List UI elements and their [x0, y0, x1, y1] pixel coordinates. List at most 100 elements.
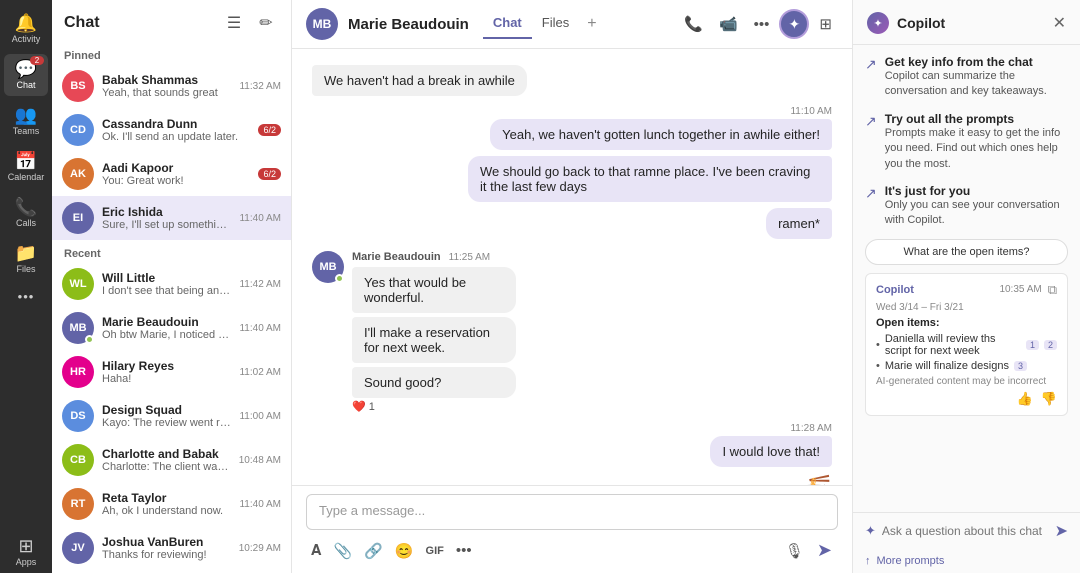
message-with-avatar: MB Marie Beaudouin 11:25 AM Yes that wou… [312, 251, 832, 413]
chat-info: Will Little I don't see that being an is… [102, 271, 231, 297]
message-reaction: ❤️ 1 [352, 400, 587, 413]
grid-view-button[interactable]: ⊞ [813, 9, 838, 39]
online-indicator [85, 335, 94, 344]
thumbs-down-button[interactable]: 👎 [1041, 391, 1057, 407]
private-icon: ↗ [865, 185, 877, 202]
chat-badge: 2 [30, 56, 44, 65]
copy-button[interactable]: ⧉ [1048, 282, 1057, 298]
message-bubble: We should go back to that ramne place. I… [468, 156, 832, 202]
list-item[interactable]: EI Eric Ishida Sure, I'll set up somethi… [52, 196, 291, 240]
list-item[interactable]: CD Cassandra Dunn Ok. I'll send an updat… [52, 108, 291, 152]
filter-button[interactable]: ☰ [221, 10, 247, 36]
option-content: Try out all the prompts Prompts make it … [885, 112, 1068, 172]
message-row: We should go back to that ramne place. I… [312, 156, 832, 202]
header-icons: ☰ ✏ [221, 10, 279, 36]
list-item[interactable]: JV Joshua VanBuren Thanks for reviewing!… [52, 526, 291, 570]
main-chat-area: MB Marie Beaudouin Chat Files + 📞 📹 ••• … [292, 0, 852, 573]
more-actions-button[interactable]: ••• [748, 9, 776, 39]
sidebar-item-files[interactable]: 📁 Files [4, 238, 48, 280]
attach-file-button[interactable]: 📎 [328, 538, 357, 564]
tab-files[interactable]: Files [532, 9, 579, 39]
sidebar-item-label: Teams [13, 126, 40, 136]
list-item[interactable]: DS Design Squad Kayo: The review went re… [52, 394, 291, 438]
copilot-option-key-info: ↗ Get key info from the chat Copilot can… [865, 55, 1068, 100]
response-feedback: 👍 👎 [876, 391, 1057, 407]
chat-meta: 11:40 AM [239, 499, 281, 510]
contact-name: Marie Beaudouin [348, 16, 469, 33]
avatar: WL [62, 268, 94, 300]
copilot-suggestion-chip[interactable]: What are the open items? [865, 239, 1068, 265]
open-item: Marie will finalize designs 3 [876, 360, 1057, 372]
option-content: It's just for you Only you can see your … [885, 184, 1068, 229]
avatar: RT [62, 488, 94, 520]
sidebar-item-more[interactable]: ••• [4, 284, 48, 311]
chat-info: Design Squad Kayo: The review went reall… [102, 403, 231, 429]
format-button[interactable]: 𝐀 [306, 538, 326, 563]
prompts-icon: ↗ [865, 113, 877, 130]
list-item[interactable]: MB Marie Beaudouin Oh btw Marie, I notic… [52, 306, 291, 350]
sidebar-item-chat[interactable]: 2 💬 Chat [4, 54, 48, 96]
list-item[interactable]: RT Reta Taylor Ah, ok I understand now. … [52, 482, 291, 526]
list-item[interactable]: HR Hilary Reyes Haha! 11:02 AM [52, 350, 291, 394]
emoji-button[interactable]: 😊 [390, 538, 419, 564]
copilot-title: Copilot [897, 15, 1045, 31]
new-chat-button[interactable]: ✏ [253, 10, 279, 36]
message-row: 🍜 [312, 473, 832, 485]
more-toolbar-button[interactable]: ••• [451, 538, 477, 563]
copilot-option-private: ↗ It's just for you Only you can see you… [865, 184, 1068, 229]
add-tab-button[interactable]: + [579, 9, 604, 39]
tab-chat[interactable]: Chat [483, 9, 532, 39]
more-prompts-button[interactable]: ↑ More prompts [853, 549, 1080, 573]
message-bubble: I would love that! [710, 436, 832, 467]
sidebar-item-teams[interactable]: 👥 Teams [4, 100, 48, 142]
message-bubble: ramen* [766, 208, 832, 239]
copilot-input-area: ✦ ➤ [853, 512, 1080, 549]
chat-meta: 11:40 AM [239, 323, 281, 334]
copilot-response: Copilot 10:35 AM ⧉ Wed 3/14 – Fri 3/21 O… [865, 273, 1068, 416]
list-item[interactable]: CB Charlotte and Babak Charlotte: The cl… [52, 438, 291, 482]
copilot-option-prompts: ↗ Try out all the prompts Prompts make i… [865, 112, 1068, 172]
chat-info: Babak Shammas Yeah, that sounds great [102, 73, 231, 99]
copilot-button[interactable]: ✦ [779, 9, 809, 39]
message-input[interactable]: Type a message... [306, 494, 838, 530]
message-bubble: We haven't had a break in awhile [312, 65, 527, 96]
chat-meta: 11:40 AM [239, 213, 281, 224]
thumbs-up-button[interactable]: 👍 [1017, 391, 1033, 407]
gif-button[interactable]: GIF [421, 541, 449, 561]
copilot-close-button[interactable]: ✕ [1053, 13, 1066, 33]
sidebar-item-calls[interactable]: 📞 Calls [4, 192, 48, 234]
chat-info: Cassandra Dunn Ok. I'll send an update l… [102, 117, 250, 143]
chat-tabs: Chat Files + [483, 9, 605, 39]
audio-message-button[interactable]: 🎙 [780, 538, 809, 564]
copilot-submit-button[interactable]: ➤ [1055, 521, 1068, 541]
message-row: 11:28 AM I would love that! [312, 423, 832, 467]
ramen-emoji: 🍜 [797, 473, 832, 485]
audio-call-button[interactable]: 📞 [678, 9, 709, 39]
copilot-question-input[interactable] [882, 524, 1049, 538]
avatar: DS [62, 400, 94, 432]
chat-list-panel: Chat ☰ ✏ Pinned BS Babak Shammas Yeah, t… [52, 0, 292, 573]
chat-meta: 11:42 AM [239, 279, 281, 290]
list-item[interactable]: BS Babak Shammas Yeah, that sounds great… [52, 64, 291, 108]
sender-avatar: MB [312, 251, 344, 283]
sidebar-item-apps[interactable]: ⊞ Apps [4, 531, 48, 573]
chat-info: Aadi Kapoor You: Great work! [102, 161, 250, 187]
files-icon: 📁 [15, 244, 37, 262]
message-row: 11:10 AM Yeah, we haven't gotten lunch t… [312, 106, 832, 150]
list-item[interactable]: WL Will Little I don't see that being an… [52, 262, 291, 306]
chat-meta: 6/2 [258, 124, 281, 136]
sidebar-item-label: Calls [16, 218, 36, 228]
apps-icon: ⊞ [18, 537, 33, 555]
sidebar-item-label: Calendar [8, 172, 45, 182]
copilot-options: ↗ Get key info from the chat Copilot can… [853, 45, 1080, 239]
list-item[interactable]: AK Aadi Kapoor You: Great work! 6/2 [52, 152, 291, 196]
sidebar-item-activity[interactable]: 🔔 Activity [4, 8, 48, 50]
avatar: CD [62, 114, 94, 146]
chat-info: Eric Ishida Sure, I'll set up something … [102, 205, 231, 231]
avatar: EI [62, 202, 94, 234]
link-button[interactable]: 🔗 [359, 538, 388, 564]
video-call-button[interactable]: 📹 [713, 9, 744, 39]
sidebar-item-calendar[interactable]: 📅 Calendar [4, 146, 48, 188]
send-button[interactable]: ➤ [811, 536, 838, 565]
chat-info: Marie Beaudouin Oh btw Marie, I noticed … [102, 315, 231, 341]
